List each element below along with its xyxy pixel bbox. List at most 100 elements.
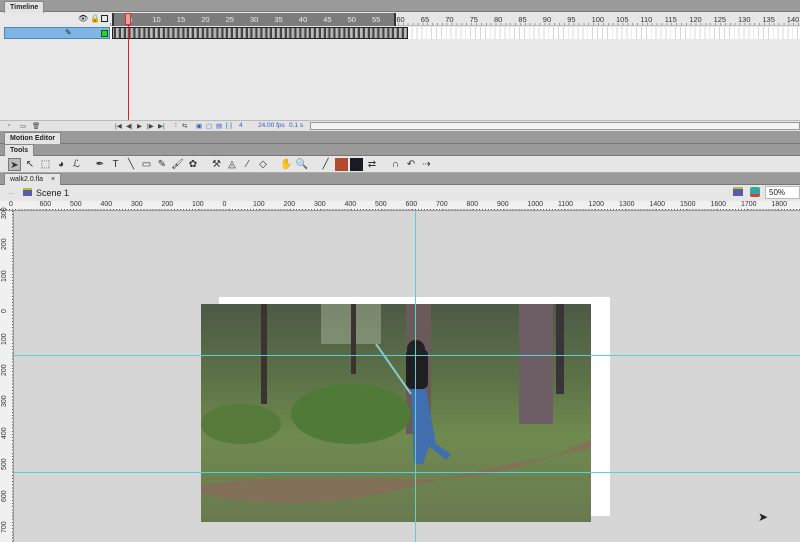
text-tool-icon[interactable]: T bbox=[109, 158, 122, 171]
close-icon[interactable]: × bbox=[51, 176, 55, 183]
fill-color-icon[interactable]: ◆ bbox=[334, 158, 348, 171]
frame-number: 10 bbox=[152, 15, 161, 24]
back-arrow-icon[interactable]: ← bbox=[7, 187, 16, 197]
vertical-guide[interactable] bbox=[415, 211, 416, 542]
frame-number: 35 bbox=[274, 15, 283, 24]
last-frame-icon[interactable]: ▶| bbox=[158, 122, 165, 130]
horizontal-guide[interactable] bbox=[14, 355, 800, 356]
frame-number: 45 bbox=[323, 15, 332, 24]
step-forward-icon[interactable]: |▶ bbox=[147, 122, 154, 130]
first-frame-icon[interactable]: |◀ bbox=[115, 122, 122, 130]
layer-row[interactable]: ✎ bbox=[4, 27, 110, 39]
ruler-label: 700 bbox=[436, 201, 448, 208]
horizontal-guide[interactable] bbox=[14, 472, 800, 473]
frame-number: 60 bbox=[396, 15, 405, 24]
swap-colors-icon[interactable]: ⇄ bbox=[366, 158, 379, 171]
edit-symbols-icon[interactable] bbox=[750, 187, 760, 197]
show-hide-icon[interactable]: 👁 bbox=[78, 14, 88, 23]
subselection-tool-icon[interactable]: ↖ bbox=[24, 158, 37, 171]
outline-icon[interactable] bbox=[101, 15, 108, 22]
bone-tool-icon[interactable]: ⚒ bbox=[210, 158, 223, 171]
ruler-label: 300 bbox=[1, 207, 8, 219]
snap-to-objects-icon[interactable]: ∩ bbox=[389, 158, 402, 171]
scene-name[interactable]: Scene 1 bbox=[36, 188, 69, 198]
stroke-color-icon[interactable]: ╱ bbox=[319, 158, 332, 171]
frame-number: 25 bbox=[225, 15, 234, 24]
rectangle-tool-icon[interactable]: ▭ bbox=[140, 158, 153, 171]
keyframes[interactable] bbox=[112, 27, 408, 39]
tab-document[interactable]: walk2.0.fla × bbox=[4, 173, 62, 185]
tab-motion-editor[interactable]: Motion Editor bbox=[4, 132, 62, 144]
forest-photo-bitmap[interactable] bbox=[201, 304, 591, 522]
modify-markers-icon[interactable]: [·] bbox=[226, 122, 232, 129]
ruler-label: 100 bbox=[192, 201, 204, 208]
lock-icon[interactable]: 🔒 bbox=[90, 14, 100, 23]
frame-number: 125 bbox=[713, 15, 727, 24]
new-layer-icon[interactable]: ▫ bbox=[8, 122, 10, 129]
3d-rotation-tool-icon[interactable]: ◕ bbox=[55, 158, 68, 171]
play-icon[interactable]: ▶ bbox=[137, 122, 142, 130]
ruler-label: 200 bbox=[283, 201, 296, 208]
ruler-label: 500 bbox=[70, 201, 82, 208]
onion-outline-icon[interactable]: ▢ bbox=[206, 122, 212, 130]
frame-number: 55 bbox=[372, 15, 381, 24]
vertical-ruler[interactable]: 300 200 100 0 100 200 300 400 500 600 700 bbox=[0, 207, 14, 542]
free-transform-tool-icon[interactable]: ⬚ bbox=[39, 158, 52, 171]
selection-tool-icon[interactable]: ➤ bbox=[8, 158, 21, 171]
ruler-label: 300 bbox=[131, 201, 143, 208]
tab-tools[interactable]: Tools bbox=[4, 144, 35, 156]
playhead[interactable] bbox=[125, 13, 131, 25]
timeline-tabbar bbox=[0, 0, 800, 12]
ruler-label: 100 bbox=[1, 332, 8, 345]
hand-tool-icon[interactable]: ✋ bbox=[280, 158, 293, 171]
motion-editor-bar: Motion Editor bbox=[0, 131, 800, 144]
line-tool-icon[interactable]: ╲ bbox=[125, 158, 138, 171]
loop-icon[interactable]: ⇆ bbox=[182, 122, 187, 130]
frame-number: 85 bbox=[518, 15, 527, 24]
frame-rate[interactable]: 24.00 fps bbox=[258, 122, 285, 129]
ruler-label: 500 bbox=[375, 201, 387, 208]
straighten-icon[interactable]: ⇢ bbox=[420, 158, 433, 171]
zoom-tool-icon[interactable]: 🔍 bbox=[296, 158, 309, 171]
ruler-label: 400 bbox=[344, 201, 357, 208]
eraser-tool-icon[interactable]: ◇ bbox=[257, 158, 270, 171]
horizontal-ruler[interactable]: 0 600 500 400 300 200 100 0 100 200 300 400 500 600 70… bbox=[0, 201, 800, 211]
ruler-label: 600 bbox=[405, 201, 418, 208]
frame-number: 140 bbox=[786, 15, 800, 24]
ruler-label: 400 bbox=[100, 201, 113, 208]
ruler-label: 600 bbox=[1, 489, 8, 502]
pencil-icon: ✎ bbox=[65, 28, 72, 37]
ruler-label: 900 bbox=[497, 201, 509, 208]
frame-number: 95 bbox=[567, 15, 576, 24]
ruler-label: 1500 bbox=[680, 201, 696, 208]
ruler-label: 0 bbox=[9, 201, 13, 208]
frame-number: 30 bbox=[250, 15, 259, 24]
center-frame-icon[interactable]: ⁞ bbox=[175, 122, 177, 129]
smooth-icon[interactable]: ↶ bbox=[405, 158, 418, 171]
delete-icon[interactable]: 🗑 bbox=[32, 122, 40, 130]
ruler-label: 300 bbox=[1, 395, 8, 408]
pencil-tool-icon[interactable]: ✎ bbox=[156, 158, 169, 171]
eyedropper-tool-icon[interactable]: ⁄ bbox=[241, 158, 254, 171]
timeline-scrollbar[interactable] bbox=[310, 122, 800, 130]
deco-tool-icon[interactable]: ✿ bbox=[187, 158, 200, 171]
pen-tool-icon[interactable]: ✒ bbox=[94, 158, 107, 171]
paint-bucket-tool-icon[interactable]: ◬ bbox=[226, 158, 239, 171]
edit-multiple-icon[interactable]: ▤ bbox=[216, 122, 222, 130]
frame-number: 135 bbox=[762, 15, 775, 24]
step-back-icon[interactable]: ◀| bbox=[126, 122, 133, 130]
ruler-label: 1300 bbox=[619, 201, 635, 208]
layer-color-icon[interactable] bbox=[101, 30, 108, 37]
lasso-tool-icon[interactable]: ℒ bbox=[70, 158, 83, 171]
edit-scene-icon[interactable] bbox=[733, 187, 743, 196]
ruler-label: 1200 bbox=[588, 201, 605, 208]
zoom-field[interactable]: 50% bbox=[765, 186, 800, 199]
ruler-label: 800 bbox=[466, 201, 479, 208]
black-white-swatch-icon[interactable]: ◧ bbox=[350, 158, 363, 171]
ruler-label: 1700 bbox=[741, 201, 757, 208]
ruler-label: 0 bbox=[1, 309, 8, 314]
onion-skin-icon[interactable]: ▣ bbox=[196, 122, 202, 130]
brush-tool-icon[interactable]: 🖌 bbox=[171, 158, 184, 171]
tab-timeline[interactable]: Timeline bbox=[4, 1, 45, 13]
new-folder-icon[interactable]: ▭ bbox=[20, 122, 26, 130]
